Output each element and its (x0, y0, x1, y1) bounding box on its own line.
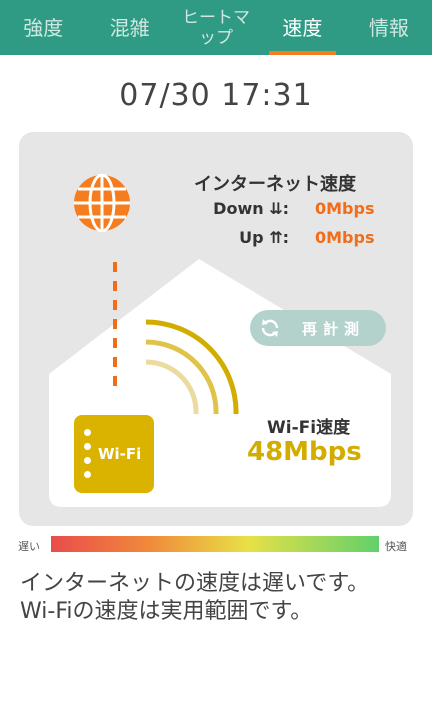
wifi-speed-value: 48Mbps (247, 437, 362, 467)
router-led (84, 457, 91, 464)
measurement-datetime: 07/30 17:31 (119, 78, 313, 113)
wifi-summary: Wi-Fiの速度は実用範囲です。 (20, 599, 313, 624)
tab-info[interactable]: 情報 (346, 0, 432, 55)
speed-scale-bar (51, 536, 379, 552)
internet-summary: インターネットの速度は遅いです。 (20, 571, 370, 596)
speed-summary: インターネットの速度は遅いです。 Wi-Fiの速度は実用範囲です。 (20, 570, 420, 626)
remeasure-button[interactable]: 再計測 (250, 310, 386, 346)
wifi-speed-label: Wi-Fi速度 (267, 418, 351, 438)
upload-label: Up ⇈: (239, 228, 289, 247)
tab-heatmap[interactable]: ヒートマップ (173, 0, 259, 55)
download-value: 0Mbps (315, 199, 375, 218)
remeasure-label: 再計測 (302, 319, 366, 338)
router-led (84, 471, 91, 478)
refresh-icon (261, 319, 279, 337)
download-label: Down ⇊: (213, 199, 289, 218)
router-icon: Wi-Fi (74, 415, 154, 493)
router-label: Wi-Fi (98, 445, 142, 463)
speed-card: インターネット速度 Down ⇊: 0Mbps Up ⇈: 0Mbps 再計測 … (19, 132, 413, 526)
tab-congestion[interactable]: 混雑 (86, 0, 172, 55)
globe-icon (74, 174, 130, 232)
internet-speed-title: インターネット速度 (194, 174, 356, 195)
tab-bar: 強度 混雑 ヒートマップ 速度 情報 (0, 0, 432, 55)
tab-speed[interactable]: 速度 (259, 0, 345, 55)
upload-value: 0Mbps (315, 228, 375, 247)
scale-fast-label: 快適 (385, 540, 407, 553)
tab-heatmap-label: ヒートマップ (182, 7, 251, 48)
router-led (84, 429, 91, 436)
router-led (84, 443, 91, 450)
scale-slow-label: 遅い (18, 540, 40, 553)
tab-strength[interactable]: 強度 (0, 0, 86, 55)
